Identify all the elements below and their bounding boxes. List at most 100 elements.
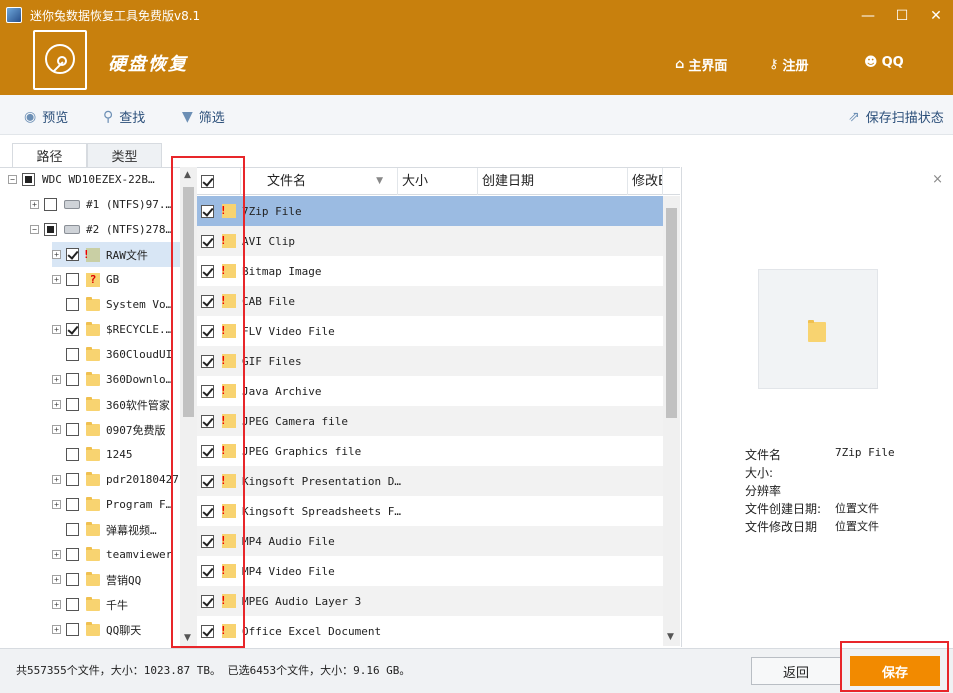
file-checkbox[interactable] xyxy=(201,564,214,578)
preview-button[interactable]: ◉ 预览 xyxy=(24,107,68,127)
expand-toggle-icon[interactable]: + xyxy=(52,400,61,409)
tree-item[interactable]: + 营销QQ xyxy=(52,567,180,592)
tree-checkbox[interactable] xyxy=(44,198,57,211)
tree-checkbox[interactable] xyxy=(66,598,79,611)
file-checkbox[interactable] xyxy=(201,594,214,608)
tree-checkbox[interactable] xyxy=(66,523,79,536)
find-button[interactable]: ⚲ 查找 xyxy=(103,107,145,127)
expand-toggle-icon[interactable]: + xyxy=(52,575,61,584)
tab-type[interactable]: 类型 xyxy=(87,143,162,167)
tree-item[interactable]: 弹幕视频… xyxy=(52,517,180,542)
back-button[interactable]: 返回 xyxy=(751,657,841,685)
tree-item[interactable]: + teamviewer xyxy=(52,542,180,567)
expand-toggle-icon[interactable]: + xyxy=(52,375,61,384)
select-all-checkbox[interactable] xyxy=(201,175,214,188)
file-checkbox[interactable] xyxy=(201,624,214,638)
file-row[interactable]: GIF Files xyxy=(197,346,663,376)
expand-toggle-icon[interactable]: + xyxy=(52,475,61,484)
file-row[interactable]: JPEG Graphics file xyxy=(197,436,663,466)
file-row[interactable]: Office Excel Document xyxy=(197,616,663,646)
tree-item[interactable]: +360Downlo… xyxy=(52,367,180,392)
expand-toggle-icon[interactable]: − xyxy=(8,175,17,184)
column-header-modified[interactable]: 修改E xyxy=(628,168,663,195)
expand-toggle-icon[interactable]: + xyxy=(52,250,61,259)
home-nav-button[interactable]: ⌂ 主界面 xyxy=(675,55,727,74)
file-checkbox[interactable] xyxy=(201,294,214,308)
register-nav-button[interactable]: ⚷ 注册 xyxy=(769,55,809,74)
tree-item[interactable]: 360CloudUI xyxy=(52,342,180,367)
tree-checkbox[interactable] xyxy=(66,398,79,411)
tree-checkbox[interactable] xyxy=(66,373,79,386)
tree-item[interactable]: 1245 xyxy=(52,442,180,467)
tree-item[interactable]: +0907免费版 xyxy=(52,417,180,442)
tree-checkbox[interactable] xyxy=(66,423,79,436)
filter-button[interactable]: ▼ 筛选 xyxy=(182,107,225,127)
save-scan-state-button[interactable]: ⇗ 保存扫描状态 xyxy=(848,107,944,127)
qq-nav-button[interactable]: ☻ QQ xyxy=(864,55,904,70)
tree-checkbox[interactable] xyxy=(66,448,79,461)
file-checkbox[interactable] xyxy=(201,444,214,458)
tree-checkbox[interactable] xyxy=(66,573,79,586)
expand-toggle-icon[interactable]: + xyxy=(52,325,61,334)
tree-item[interactable]: + 千牛 xyxy=(52,592,180,617)
column-header-size[interactable]: 大小 xyxy=(398,168,478,195)
tree-item[interactable]: System Vo… xyxy=(52,292,180,317)
file-checkbox[interactable] xyxy=(201,354,214,368)
tree-item[interactable]: + #1 (NTFS)97.… xyxy=(30,192,180,217)
file-checkbox[interactable] xyxy=(201,264,214,278)
tree-item[interactable]: − WDC WD10EZEX-22B… xyxy=(8,168,180,192)
tree-item[interactable]: +? GB xyxy=(52,267,180,292)
file-checkbox[interactable] xyxy=(201,534,214,548)
maximize-button[interactable]: ☐ xyxy=(885,0,919,32)
close-button[interactable]: ✕ xyxy=(919,0,953,32)
expand-toggle-icon[interactable]: + xyxy=(30,200,39,209)
tree-checkbox[interactable] xyxy=(66,323,79,336)
file-row[interactable]: FLV Video File xyxy=(197,316,663,346)
file-row[interactable]: MP4 Audio File xyxy=(197,526,663,556)
tree-checkbox[interactable] xyxy=(66,273,79,286)
file-row[interactable]: AVI Clip xyxy=(197,226,663,256)
expand-toggle-icon[interactable]: + xyxy=(52,500,61,509)
file-checkbox[interactable] xyxy=(201,324,214,338)
tree-checkbox[interactable] xyxy=(44,223,57,236)
tree-item[interactable]: + Program F… xyxy=(52,492,180,517)
tree-checkbox[interactable] xyxy=(66,473,79,486)
expand-toggle-icon[interactable]: + xyxy=(52,425,61,434)
file-row[interactable]: 7Zip File xyxy=(197,196,663,226)
expand-toggle-icon[interactable]: − xyxy=(30,225,39,234)
file-row[interactable]: Java Archive xyxy=(197,376,663,406)
file-row[interactable]: CAB File xyxy=(197,286,663,316)
tree-item[interactable]: + RAW文件 xyxy=(52,242,180,267)
tree-checkbox[interactable] xyxy=(66,248,79,261)
file-checkbox[interactable] xyxy=(201,504,214,518)
tree-checkbox[interactable] xyxy=(22,173,35,186)
tree-item[interactable]: − #2 (NTFS)278… xyxy=(30,217,180,242)
tree-checkbox[interactable] xyxy=(66,548,79,561)
column-header-name[interactable]: 文件名 ▼ xyxy=(241,168,398,195)
scroll-down-arrow-icon[interactable]: ▼ xyxy=(667,632,674,642)
expand-toggle-icon[interactable]: + xyxy=(52,275,61,284)
file-list-scroll-thumb[interactable] xyxy=(666,208,677,418)
file-row[interactable]: MPEG Audio Layer 3 xyxy=(197,586,663,616)
column-header-created[interactable]: 创建日期 xyxy=(478,168,628,195)
tree-item[interactable]: + QQ聊天 xyxy=(52,617,180,642)
file-checkbox[interactable] xyxy=(201,384,214,398)
file-row[interactable]: Bitmap Image xyxy=(197,256,663,286)
scroll-down-arrow-icon[interactable]: ▼ xyxy=(184,633,191,643)
file-row[interactable]: Kingsoft Presentation D… xyxy=(197,466,663,496)
tree-scroll-thumb[interactable] xyxy=(183,187,194,417)
file-checkbox[interactable] xyxy=(201,474,214,488)
tree-checkbox[interactable] xyxy=(66,623,79,636)
file-checkbox[interactable] xyxy=(201,204,214,218)
tab-path[interactable]: 路径 xyxy=(12,143,87,167)
tree-scrollbar[interactable]: ▲ ▼ xyxy=(180,167,197,647)
file-row[interactable]: JPEG Camera file xyxy=(197,406,663,436)
tree-checkbox[interactable] xyxy=(66,298,79,311)
tree-checkbox[interactable] xyxy=(66,498,79,511)
file-checkbox[interactable] xyxy=(201,234,214,248)
scroll-up-arrow-icon[interactable]: ▲ xyxy=(184,170,191,180)
save-button[interactable]: 保存 xyxy=(850,656,940,686)
tree-item[interactable]: +360软件管家 xyxy=(52,392,180,417)
file-row[interactable]: Kingsoft Spreadsheets F… xyxy=(197,496,663,526)
tree-item[interactable]: + pdr20180427 xyxy=(52,467,180,492)
